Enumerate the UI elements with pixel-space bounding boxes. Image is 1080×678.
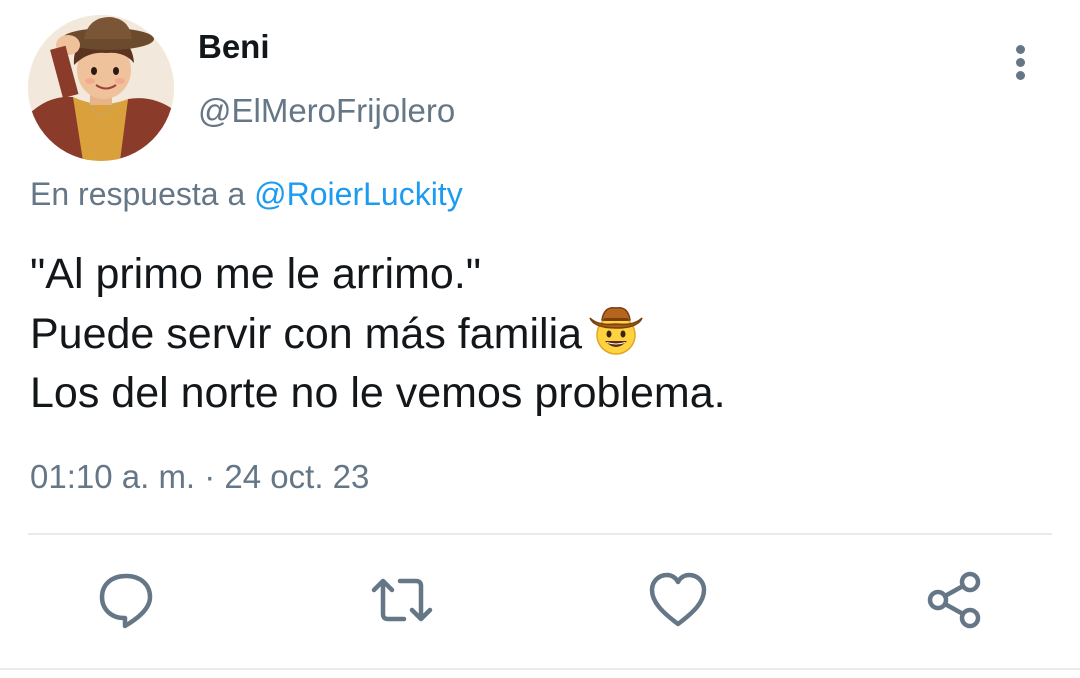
cowboy-hat-face-emoji <box>588 304 644 356</box>
retweet-icon <box>371 578 433 622</box>
more-vertical-icon <box>1016 45 1025 54</box>
tweet-detail: Beni @ElMeroFrijolero En respuesta a @Ro… <box>0 0 1080 678</box>
avatar[interactable] <box>28 15 174 161</box>
user-handle[interactable]: @ElMeroFrijolero <box>198 92 455 130</box>
bottom-divider <box>0 668 1080 670</box>
reply-prefix: En respuesta a <box>30 176 246 212</box>
heart-icon <box>649 572 707 627</box>
display-name[interactable]: Beni <box>198 28 270 66</box>
tweet-line-2-text: Puede servir con más familia <box>30 310 583 358</box>
reply-context: En respuesta a @RoierLuckity <box>30 176 463 213</box>
tweet-line-3: Los del norte no le vemos problema. <box>30 369 726 417</box>
share-icon <box>927 571 981 629</box>
tweet-actions-bar <box>0 568 1080 632</box>
tweet-timestamp[interactable]: 01:10 a. m. · 24 oct. 23 <box>30 458 369 496</box>
reply-button[interactable] <box>94 568 158 632</box>
share-button[interactable] <box>922 568 986 632</box>
like-button[interactable] <box>646 568 710 632</box>
tweet-line-1: "Al primo me le arrimo." <box>30 250 482 298</box>
reply-mention-link[interactable]: @RoierLuckity <box>254 176 463 212</box>
more-options-button[interactable] <box>1000 40 1044 84</box>
tweet-text: "Al primo me le arrimo." Puede servir co… <box>30 245 1050 423</box>
tweet-line-2: Puede servir con más familia <box>30 304 1050 364</box>
divider <box>28 533 1052 535</box>
retweet-button[interactable] <box>370 568 434 632</box>
speech-bubble-icon <box>99 573 153 629</box>
